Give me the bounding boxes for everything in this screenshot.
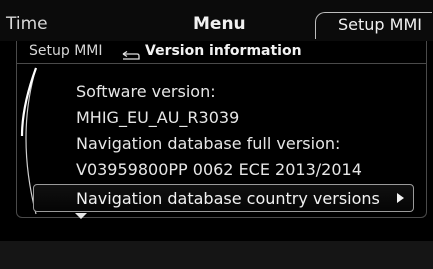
list-item: Navigation database full version:: [76, 134, 341, 153]
tab-menu[interactable]: Menu: [193, 14, 246, 34]
breadcrumb-parent[interactable]: Setup MMI: [29, 41, 103, 62]
return-arrow-icon: [121, 47, 141, 68]
tab-time[interactable]: Time: [6, 14, 48, 34]
country-versions-item[interactable]: Navigation database country versions: [33, 184, 414, 212]
bottom-bar: [0, 241, 433, 269]
scroll-down-icon: [75, 213, 87, 219]
tab-setup-mmi[interactable]: Setup MMI: [315, 12, 432, 39]
page-title: Version information: [145, 43, 302, 59]
list-item: Software version:: [76, 82, 216, 101]
chevron-right-icon: [397, 193, 404, 203]
list-item: V03959800PP 0062 ECE 2013/2014: [76, 160, 362, 179]
country-versions-label: Navigation database country versions: [76, 189, 380, 208]
tab-setup-mmi-label: Setup MMI: [338, 15, 422, 34]
header-bar: Time Menu Setup MMI: [0, 0, 433, 41]
breadcrumb: Setup MMI Version information: [17, 41, 426, 64]
list-item: MHIG_EU_AU_R3039: [76, 108, 240, 127]
